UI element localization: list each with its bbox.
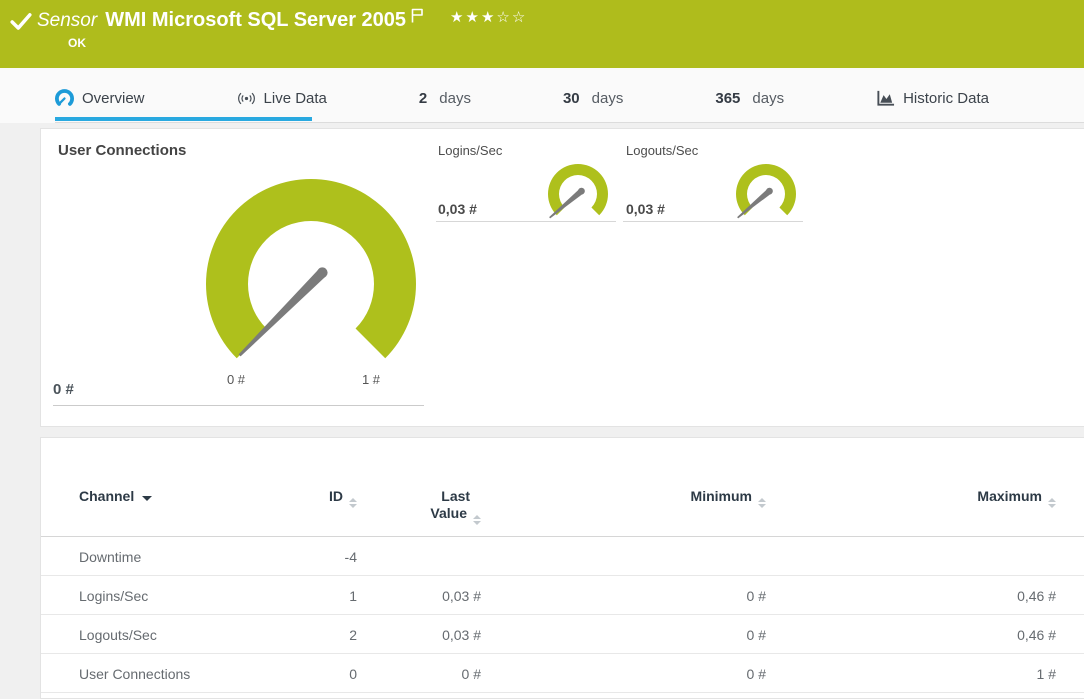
tab-number: 2 bbox=[419, 90, 427, 107]
tab-2-days[interactable]: 2 days bbox=[394, 90, 496, 107]
tab-label: days bbox=[439, 90, 471, 107]
sensor-kind-label: Sensor bbox=[37, 10, 97, 32]
column-header-maximum[interactable]: Maximum bbox=[766, 438, 1084, 537]
channel-id: 1 bbox=[241, 576, 357, 615]
channel-name[interactable]: Logouts/Sec bbox=[41, 615, 241, 654]
column-label: Minimum bbox=[691, 488, 752, 504]
logins-gauge bbox=[543, 163, 613, 233]
tab-label: Overview bbox=[82, 90, 145, 107]
tab-label: Historic Data bbox=[903, 90, 989, 107]
main-gauge-title: User Connections bbox=[58, 142, 186, 159]
logouts-gauge-title: Logouts/Sec bbox=[626, 143, 698, 158]
channel-maximum bbox=[766, 537, 1084, 576]
channel-maximum: 1 # bbox=[766, 654, 1084, 693]
tab-number: 30 bbox=[563, 90, 580, 107]
live-signal-icon bbox=[237, 89, 256, 108]
status-check-icon bbox=[10, 11, 32, 33]
gauge-arc bbox=[736, 164, 796, 215]
tab-label: days bbox=[752, 90, 784, 107]
sensor-header: Sensor WMI Microsoft SQL Server 2005 ★★★… bbox=[0, 0, 1084, 68]
column-label: Channel bbox=[79, 488, 134, 504]
column-label: Value bbox=[430, 505, 467, 521]
tab-30-days[interactable]: 30 days bbox=[538, 90, 648, 107]
channel-name[interactable]: User Connections bbox=[41, 654, 241, 693]
sort-arrows-icon bbox=[349, 498, 357, 508]
tab-label: Live Data bbox=[264, 90, 327, 107]
active-tab-indicator bbox=[55, 117, 312, 121]
channel-maximum: 0,46 # bbox=[766, 615, 1084, 654]
sort-arrows-icon bbox=[758, 498, 766, 508]
table-header-row: Channel ID Last Value Minimum Maximum bbox=[41, 438, 1084, 537]
tab-bar: Overview Live Data 2 days 30 days 365 da… bbox=[0, 68, 1084, 123]
gauge-arc bbox=[548, 164, 608, 215]
channel-id: 0 bbox=[241, 654, 357, 693]
channel-name[interactable]: Downtime bbox=[41, 537, 241, 576]
column-label: Maximum bbox=[977, 488, 1042, 504]
channel-last-value: 0,03 # bbox=[357, 615, 481, 654]
column-label: Last bbox=[441, 488, 470, 504]
tab-365-days[interactable]: 365 days bbox=[690, 90, 809, 107]
divider bbox=[53, 405, 424, 406]
logouts-gauge-value: 0,03 # bbox=[626, 201, 665, 217]
logins-gauge-title: Logins/Sec bbox=[438, 143, 502, 158]
channel-last-value: 0 # bbox=[357, 654, 481, 693]
channel-id: 2 bbox=[241, 615, 357, 654]
channel-maximum: 0,46 # bbox=[766, 576, 1084, 615]
channel-name[interactable]: Logins/Sec bbox=[41, 576, 241, 615]
column-label: ID bbox=[329, 488, 343, 504]
channels-panel: Channel ID Last Value Minimum Maximum bbox=[40, 437, 1084, 699]
table-row[interactable]: Downtime -4 bbox=[41, 537, 1084, 576]
gauge-min-label: 0 # bbox=[216, 372, 256, 387]
channel-minimum: 0 # bbox=[481, 654, 766, 693]
sort-arrows-icon bbox=[473, 515, 481, 525]
user-connections-gauge bbox=[201, 174, 421, 394]
column-header-minimum[interactable]: Minimum bbox=[481, 438, 766, 537]
logouts-gauge bbox=[731, 163, 801, 233]
channel-minimum: 0 # bbox=[481, 576, 766, 615]
column-header-id[interactable]: ID bbox=[241, 438, 357, 537]
tab-overview[interactable]: Overview bbox=[30, 89, 170, 108]
gauge-max-label: 1 # bbox=[351, 372, 391, 387]
sort-caret-icon bbox=[142, 496, 152, 501]
sensor-title: WMI Microsoft SQL Server 2005 bbox=[105, 9, 406, 32]
tab-label: days bbox=[592, 90, 624, 107]
table-row[interactable]: User Connections 0 0 # 0 # 1 # bbox=[41, 654, 1084, 693]
gauge-icon bbox=[55, 89, 74, 108]
channel-minimum bbox=[481, 537, 766, 576]
channel-last-value: 0,03 # bbox=[357, 576, 481, 615]
channels-table: Channel ID Last Value Minimum Maximum bbox=[41, 438, 1084, 693]
star-rating[interactable]: ★★★☆☆ bbox=[450, 8, 527, 26]
table-row[interactable]: Logouts/Sec 2 0,03 # 0 # 0,46 # bbox=[41, 615, 1084, 654]
tab-historic-data[interactable]: Historic Data bbox=[851, 89, 1014, 108]
tab-number: 365 bbox=[715, 90, 740, 107]
historic-chart-icon bbox=[876, 89, 895, 108]
column-header-last-value[interactable]: Last Value bbox=[357, 438, 481, 537]
column-header-channel[interactable]: Channel bbox=[41, 438, 241, 537]
table-row[interactable]: Logins/Sec 1 0,03 # 0 # 0,46 # bbox=[41, 576, 1084, 615]
channel-minimum: 0 # bbox=[481, 615, 766, 654]
logins-gauge-value: 0,03 # bbox=[438, 201, 477, 217]
channel-last-value bbox=[357, 537, 481, 576]
channel-id: -4 bbox=[241, 537, 357, 576]
gauge-arc bbox=[206, 179, 416, 358]
sort-arrows-icon bbox=[1048, 498, 1056, 508]
status-badge: OK bbox=[68, 36, 86, 50]
main-gauge-value: 0 # bbox=[53, 381, 74, 398]
tab-live-data[interactable]: Live Data bbox=[212, 89, 352, 108]
priority-flag-icon[interactable] bbox=[411, 8, 424, 23]
gauges-panel: User Connections 0 # 1 # 0 # Logins/Sec … bbox=[40, 128, 1084, 427]
